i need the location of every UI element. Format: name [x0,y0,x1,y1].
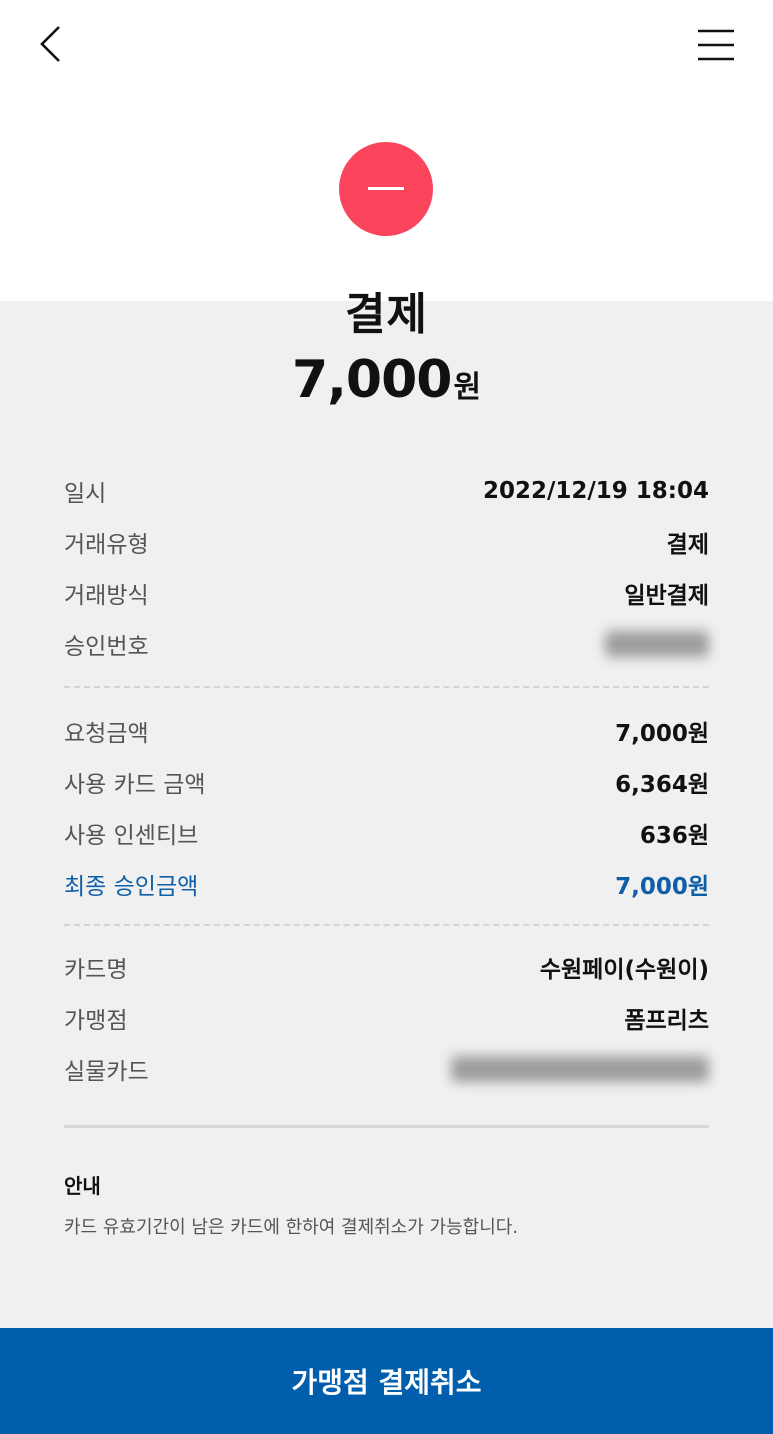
row-label: 가맹점 [64,1007,128,1034]
divider [64,924,709,926]
row-physical-card: 실물카드 [64,1043,709,1094]
row-label: 최종 승인금액 [64,873,199,900]
row-label: 사용 인센티브 [64,822,199,849]
row-label: 사용 카드 금액 [64,771,206,798]
row-value: 636원 [639,822,709,849]
divider [64,686,709,688]
back-button[interactable] [28,22,72,66]
notice-title: 안내 [64,1174,101,1198]
card-info-section: 카드명 수원페이(수원이) 가맹점 폼프리츠 실물카드 [64,941,709,1094]
hamburger-menu-icon [698,29,734,61]
row-merchant: 가맹점 폼프리츠 [64,992,709,1043]
redacted-value [605,630,709,657]
row-transaction-method: 거래방식 일반결제 [64,567,709,618]
amount-info-section: 요청금액 7,000원 사용 카드 금액 6,364원 사용 인센티브 636원… [64,705,709,909]
row-label: 실물카드 [64,1058,149,1085]
row-card-amount: 사용 카드 금액 6,364원 [64,756,709,807]
row-value: 7,000원 [615,873,709,900]
transaction-info-section: 일시 2022/12/19 18:04 거래유형 결제 거래방식 일반결제 승인… [64,465,709,669]
row-label: 거래유형 [64,531,149,558]
row-incentive: 사용 인센티브 636원 [64,807,709,858]
row-label: 거래방식 [64,582,149,609]
row-label: 요청금액 [64,720,149,747]
section-divider [64,1125,709,1128]
total-amount: 7,000원 [0,350,773,410]
status-indicator [339,142,433,236]
chevron-left-icon [40,26,60,62]
amount-value: 7,000 [291,350,452,410]
row-label: 일시 [64,480,107,507]
row-approval-number: 승인번호 [64,618,709,669]
row-value: 폼프리츠 [624,1007,709,1034]
amount-unit: 원 [453,370,482,405]
merchant-cancel-payment-button[interactable]: 가맹점 결제취소 [0,1328,773,1434]
row-label: 카드명 [64,956,128,983]
row-requested-amount: 요청금액 7,000원 [64,705,709,756]
page-title: 결제 [345,289,428,340]
row-card-name: 카드명 수원페이(수원이) [64,941,709,992]
row-transaction-type: 거래유형 결제 [64,516,709,567]
notice-text: 카드 유효기간이 남은 카드에 한하여 결제취소가 가능합니다. [64,1217,519,1238]
minus-icon [368,187,404,190]
row-label: 승인번호 [64,633,149,660]
row-value: 결제 [666,531,709,558]
row-value: 수원페이(수원이) [539,956,709,983]
row-final-approved-amount: 최종 승인금액 7,000원 [64,858,709,909]
redacted-value [451,1055,709,1082]
menu-button[interactable] [690,22,742,68]
row-value: 7,000원 [615,720,709,747]
row-value: 6,364원 [615,771,709,798]
row-value: 일반결제 [624,582,709,609]
row-value: 2022/12/19 18:04 [482,477,709,504]
row-datetime: 일시 2022/12/19 18:04 [64,465,709,516]
